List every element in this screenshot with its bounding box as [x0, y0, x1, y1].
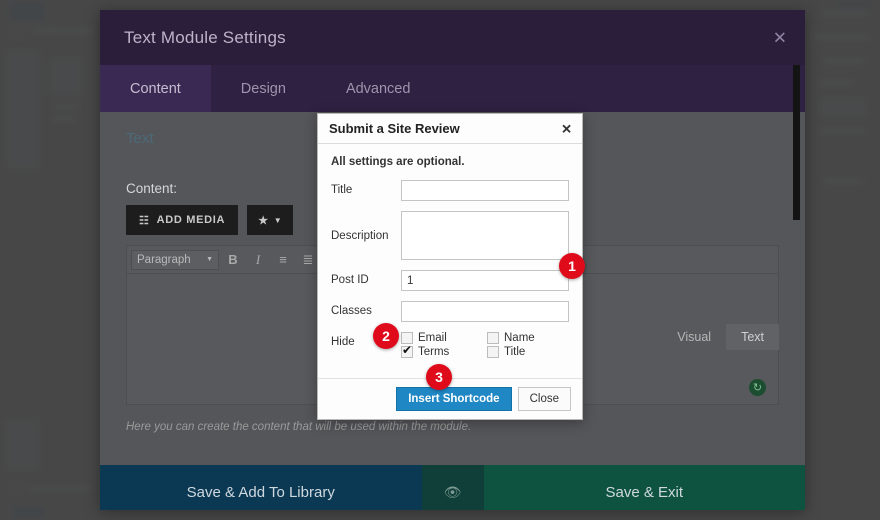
- paragraph-format-label: Paragraph: [137, 253, 191, 266]
- eye-icon: 👁: [443, 484, 462, 500]
- italic-button[interactable]: I: [247, 249, 269, 271]
- field-hide-row: Hide Email Name Terms: [331, 332, 569, 358]
- caret-down-icon: ▼: [273, 215, 283, 225]
- post-id-input[interactable]: 1: [401, 270, 569, 291]
- classes-input[interactable]: [401, 301, 569, 322]
- close-icon[interactable]: ✕: [561, 122, 572, 135]
- add-media-button[interactable]: ☷ ADD MEDIA: [126, 205, 239, 235]
- checkbox-box[interactable]: [487, 332, 499, 344]
- save-exit-label: Save & Exit: [605, 484, 684, 501]
- media-icon: ☷: [139, 214, 150, 227]
- settings-tabs: Content Design Advanced: [100, 65, 805, 112]
- hide-terms-checkbox[interactable]: Terms: [401, 343, 487, 358]
- paragraph-format-select[interactable]: Paragraph ▼: [131, 249, 219, 270]
- hide-title-checkbox[interactable]: Title: [487, 346, 569, 358]
- tab-content-label: Content: [130, 80, 181, 97]
- step-badge-3: 3: [426, 364, 452, 390]
- save-exit-button[interactable]: Save & Exit: [483, 465, 805, 510]
- shortcode-star-button[interactable]: ★ ▼: [247, 205, 294, 235]
- modal-header: Text Module Settings ✕: [100, 10, 805, 65]
- description-input[interactable]: [401, 211, 569, 260]
- hide-title-label: Title: [504, 346, 526, 358]
- field-description-row: Description: [331, 211, 569, 260]
- hide-name-checkbox[interactable]: Name: [487, 332, 569, 344]
- dialog-footer: Insert Shortcode Close: [318, 378, 582, 419]
- field-classes-row: Classes: [331, 301, 569, 322]
- bold-button[interactable]: B: [222, 249, 244, 271]
- bullet-list-icon[interactable]: ≡: [272, 249, 294, 271]
- dialog-title: Submit a Site Review: [329, 121, 460, 136]
- modal-footer: Save & Add To Library 👁 Save & Exit: [100, 465, 805, 510]
- field-title-row: Title: [331, 180, 569, 201]
- close-icon[interactable]: ✕: [773, 29, 787, 46]
- step-badge-1: 1: [559, 253, 585, 279]
- checkbox-box[interactable]: [401, 343, 413, 358]
- hide-terms-label: Terms: [418, 346, 450, 358]
- add-media-label: ADD MEDIA: [156, 214, 226, 226]
- close-button[interactable]: Close: [517, 387, 571, 411]
- hide-checkbox-grid: Email Name Terms Title: [401, 332, 569, 358]
- save-add-to-library-button[interactable]: Save & Add To Library: [100, 465, 422, 510]
- tab-text[interactable]: Text: [726, 324, 779, 350]
- step-badge-2: 2: [373, 323, 399, 349]
- content-help-text: Here you can create the content that wil…: [126, 421, 472, 433]
- field-title-label: Title: [331, 184, 353, 196]
- page-title: Text Module Settings: [124, 27, 286, 47]
- hide-email-label: Email: [418, 332, 447, 344]
- editor-view-tabs: Visual Text: [662, 324, 779, 350]
- field-post-id-row: Post ID 1: [331, 270, 569, 291]
- star-icon: ★: [258, 214, 269, 227]
- tab-visual[interactable]: Visual: [662, 324, 726, 350]
- checkbox-box[interactable]: [487, 346, 499, 358]
- dialog-note: All settings are optional.: [331, 156, 465, 168]
- field-classes-label: Classes: [331, 305, 372, 317]
- field-description-label: Description: [331, 230, 389, 242]
- numbered-list-icon[interactable]: ≣: [297, 249, 319, 271]
- dialog-header: Submit a Site Review ✕: [318, 114, 582, 144]
- insert-shortcode-button[interactable]: Insert Shortcode: [396, 387, 512, 411]
- preview-toggle-button[interactable]: 👁: [421, 465, 484, 510]
- save-add-to-library-label: Save & Add To Library: [186, 484, 335, 501]
- tab-advanced[interactable]: Advanced: [316, 65, 441, 112]
- tab-advanced-label: Advanced: [345, 80, 411, 97]
- title-input[interactable]: [401, 180, 569, 201]
- tab-design[interactable]: Design: [211, 65, 316, 112]
- dialog-body: All settings are optional. Title Descrip…: [318, 144, 582, 378]
- field-post-id-label: Post ID: [331, 274, 369, 286]
- modal-scrollbar[interactable]: [793, 65, 800, 365]
- screen: Text Module Settings ✕ Content Design Ad…: [0, 0, 880, 520]
- scrollbar-thumb[interactable]: [793, 65, 800, 220]
- hide-email-checkbox[interactable]: Email: [401, 332, 487, 344]
- tab-content[interactable]: Content: [100, 65, 211, 112]
- hide-name-label: Name: [504, 332, 535, 344]
- tab-design-label: Design: [240, 80, 286, 97]
- caret-down-icon: ▼: [206, 256, 213, 263]
- grammar-check-icon[interactable]: ↻: [749, 379, 766, 396]
